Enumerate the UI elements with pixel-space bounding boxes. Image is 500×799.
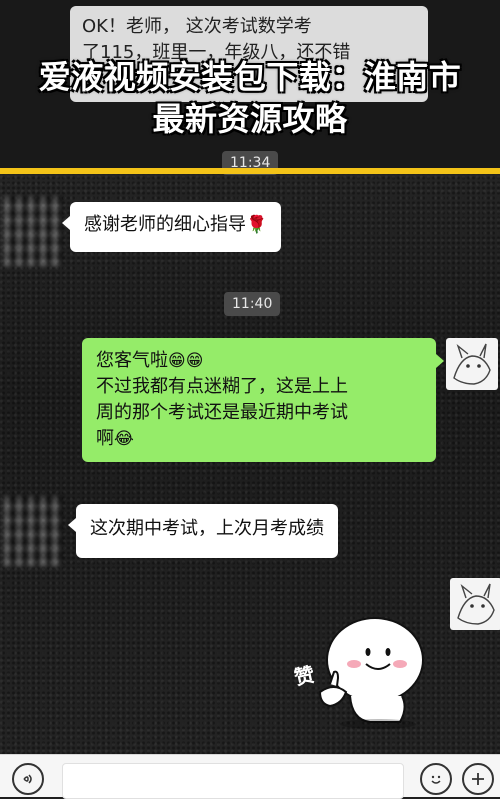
grin-emoji-icon: 😁😁 xyxy=(168,351,204,371)
timestamp-2: 11:40 xyxy=(224,292,281,316)
sketch-animal-icon xyxy=(457,583,495,625)
partial-message-line-1: OK！老师， 这次考试数学考 xyxy=(82,16,312,37)
message-text: 这次期中考试，上次月考成绩 xyxy=(90,518,324,539)
teacher-avatar[interactable] xyxy=(4,196,62,266)
parent-avatar[interactable] xyxy=(446,338,498,390)
voice-icon[interactable] xyxy=(12,763,44,795)
thumbs-up-sticker[interactable]: 赞 xyxy=(290,612,440,732)
yellow-divider xyxy=(0,168,500,174)
overlay-title: 爱液视频安装包下载：淮南市最新资源攻略 xyxy=(0,56,500,140)
emoji-face-icon[interactable] xyxy=(420,763,452,795)
overlay-title-text: 爱液视频安装包下载：淮南市最新资源攻略 xyxy=(38,58,462,138)
plus-icon[interactable] xyxy=(462,763,494,795)
message-text-line-4: 啊 xyxy=(96,428,114,449)
message-text-line-1: 您客气啦 xyxy=(96,350,168,371)
rose-icon: 🌹 xyxy=(246,215,268,235)
teacher-avatar-2[interactable] xyxy=(4,496,62,566)
message-incoming-1: 感谢老师的细心指导🌹 xyxy=(61,202,282,252)
message-input[interactable] xyxy=(62,763,404,799)
laugh-tears-emoji-icon: 😂 xyxy=(114,429,134,449)
sketch-animal-icon xyxy=(453,343,491,385)
message-incoming-2: 这次期中考试，上次月考成绩 xyxy=(68,504,338,558)
message-text-line-2: 不过我都有点迷糊了，这是上上 xyxy=(96,376,348,397)
message-text: 感谢老师的细心指导 xyxy=(84,214,246,235)
message-text-line-3: 周的那个考试还是最近期中考试 xyxy=(96,402,348,423)
message-outgoing-1: 您客气啦😁😁 不过我都有点迷糊了，这是上上 周的那个考试还是最近期中考试 啊😂 xyxy=(82,338,444,462)
parent-avatar-2[interactable] xyxy=(450,578,500,630)
input-bar xyxy=(0,754,500,799)
